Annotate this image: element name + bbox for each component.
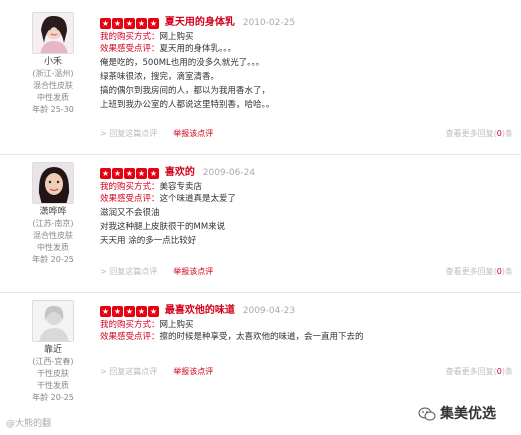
weibo-watermark: @大熊的翻: [6, 416, 51, 429]
age-range: 年龄 25-30: [32, 105, 74, 114]
divider: [0, 154, 521, 155]
more-replies-link[interactable]: 查看更多回复(0)条: [446, 128, 513, 139]
star-icon: ★: [112, 17, 123, 29]
review-line: 对我这种腿上皮肤很干的MM来说: [100, 222, 226, 232]
hair-type: 干性发质: [37, 381, 69, 390]
review-actions: > 回复这篇点评 举报该点评: [100, 266, 213, 277]
location: (江西-宜春): [32, 357, 74, 366]
review-item: 潇哗哗 (江苏-南京) 混合性皮肤 中性发质 年龄 20-25 ★ ★ ★ ★ ★ 喜欢…: [0, 160, 521, 292]
rating-stars: ★ ★ ★ ★ ★: [100, 305, 159, 317]
effect-label: 效果感受点评：: [100, 194, 160, 204]
purchase-value: 美容专卖店: [159, 182, 203, 192]
more-replies-suffix: )条: [501, 267, 513, 276]
review-title[interactable]: 夏天用的身体乳: [165, 17, 235, 28]
review-content: ★ ★ ★ ★ ★ 最喜欢他的味道 2009-04-23 我的购买方式：网上购买 效果感…: [100, 304, 510, 343]
review-date: 2009-04-23: [242, 306, 296, 316]
review-date: 2009-06-24: [202, 168, 256, 178]
review-title[interactable]: 喜欢的: [165, 167, 195, 178]
age-range: 年龄 20-25: [32, 255, 74, 264]
star-icon: ★: [148, 305, 159, 317]
reply-link[interactable]: > 回复这篇点评: [100, 129, 157, 138]
hair-type: 中性发质: [37, 93, 69, 102]
purchase-value: 网上购买: [159, 320, 194, 330]
review-body: 俺是吃的，500ML也用的没多久就光了。。。 绿茶味很浓，搜完，滴室清香。 搞的…: [100, 56, 510, 112]
more-replies-link[interactable]: 查看更多回复(0)条: [446, 266, 513, 277]
more-replies-link[interactable]: 查看更多回复(0)条: [446, 366, 513, 377]
review-item: 小禾 (浙江-温州) 混合性皮肤 中性发质 年龄 25-30 ★ ★ ★ ★ ★ 夏天用…: [0, 10, 521, 150]
purchase-label: 我的购买方式：: [100, 320, 160, 330]
review-line: 绿茶味很浓，搜完，滴室清香。: [100, 72, 220, 82]
weibo-handle: @大熊的翻: [6, 419, 52, 429]
review-content: ★ ★ ★ ★ ★ 喜欢的 2009-06-24 我的购买方式：美容专卖店 效果感受点评…: [100, 166, 510, 248]
effect-value: 夏天用的身体乳。。。: [159, 44, 237, 54]
more-replies-prefix: 查看更多回复(: [445, 129, 497, 138]
report-link[interactable]: 举报该点评: [173, 267, 213, 276]
effect-label: 效果感受点评：: [100, 44, 160, 54]
reply-link[interactable]: > 回复这篇点评: [100, 367, 157, 376]
review-date: 2010-02-25: [242, 18, 296, 28]
star-icon: ★: [124, 167, 135, 179]
reply-link[interactable]: > 回复这篇点评: [100, 267, 157, 276]
review-title[interactable]: 最喜欢他的味道: [165, 305, 235, 316]
star-icon: ★: [100, 305, 111, 317]
avatar[interactable]: [32, 300, 74, 342]
review-item: 靠近 (江西-宜春) 干性皮肤 干性发质 年龄 20-25 ★ ★ ★ ★ ★ 最喜欢他…: [0, 298, 521, 402]
star-icon: ★: [148, 17, 159, 29]
star-icon: ★: [124, 305, 135, 317]
more-replies-suffix: )条: [501, 367, 513, 376]
more-replies-prefix: 查看更多回复(: [445, 367, 497, 376]
review-actions: > 回复这篇点评 举报该点评: [100, 128, 213, 139]
rating-stars: ★ ★ ★ ★ ★: [100, 167, 159, 179]
reviewer-info: 靠近 (江西-宜春) 干性皮肤 干性发质 年龄 20-25: [22, 300, 84, 404]
location: (浙江-温州): [32, 69, 74, 78]
skin-type: 干性皮肤: [37, 369, 69, 378]
report-link[interactable]: 举报该点评: [173, 367, 213, 376]
star-icon: ★: [124, 17, 135, 29]
review-body: 滋润又不会很油 对我这种腿上皮肤很干的MM来说 天天用 涂的多一点比较好: [100, 206, 510, 248]
username[interactable]: 潇哗哗: [22, 206, 84, 218]
reviewer-info: 潇哗哗 (江苏-南京) 混合性皮肤 中性发质 年龄 20-25: [22, 162, 84, 266]
wechat-icon: [418, 407, 436, 421]
star-icon: ★: [100, 167, 111, 179]
review-actions: > 回复这篇点评 举报该点评: [100, 366, 213, 377]
purchase-value: 网上购买: [159, 32, 194, 42]
skin-type: 混合性皮肤: [33, 81, 73, 90]
star-icon: ★: [112, 167, 123, 179]
skin-type: 混合性皮肤: [33, 231, 73, 240]
more-replies-suffix: )条: [501, 129, 513, 138]
review-line: 上班到我办公室的人都说这里特别香，哈哈。。: [100, 100, 275, 110]
purchase-label: 我的购买方式：: [100, 182, 160, 192]
star-icon: ★: [112, 305, 123, 317]
rating-stars: ★ ★ ★ ★ ★: [100, 17, 159, 29]
username[interactable]: 靠近: [22, 344, 84, 356]
star-icon: ★: [136, 167, 147, 179]
effect-value: 擦的时候是种享受，太喜欢他的味道，会一直用下去的: [159, 332, 364, 342]
star-icon: ★: [136, 305, 147, 317]
star-icon: ★: [136, 17, 147, 29]
reviewer-info: 小禾 (浙江-温州) 混合性皮肤 中性发质 年龄 25-30: [22, 12, 84, 116]
username[interactable]: 小禾: [22, 56, 84, 68]
hair-type: 中性发质: [37, 243, 69, 252]
account-watermark: 集美优选: [418, 403, 496, 423]
purchase-label: 我的购买方式：: [100, 32, 160, 42]
review-line: 滋润又不会很油: [100, 208, 160, 218]
effect-value: 这个味道真是太爱了: [159, 194, 237, 204]
avatar[interactable]: [32, 12, 74, 54]
location: (江苏-南京): [32, 219, 74, 228]
review-content: ★ ★ ★ ★ ★ 夏天用的身体乳 2010-02-25 我的购买方式：网上购买 效果感…: [100, 16, 510, 112]
age-range: 年龄 20-25: [32, 393, 74, 402]
effect-label: 效果感受点评：: [100, 332, 160, 342]
review-line: 搞的偶尔到我房间的人，都以为我用香水了，: [100, 86, 271, 96]
star-icon: ★: [148, 167, 159, 179]
review-line: 俺是吃的，500ML也用的没多久就光了。。。: [100, 58, 265, 68]
review-line: 天天用 涂的多一点比较好: [100, 236, 197, 246]
avatar[interactable]: [32, 162, 74, 204]
account-name: 集美优选: [440, 406, 496, 422]
star-icon: ★: [100, 17, 111, 29]
divider: [0, 292, 521, 293]
more-replies-prefix: 查看更多回复(: [445, 267, 497, 276]
report-link[interactable]: 举报该点评: [173, 129, 213, 138]
